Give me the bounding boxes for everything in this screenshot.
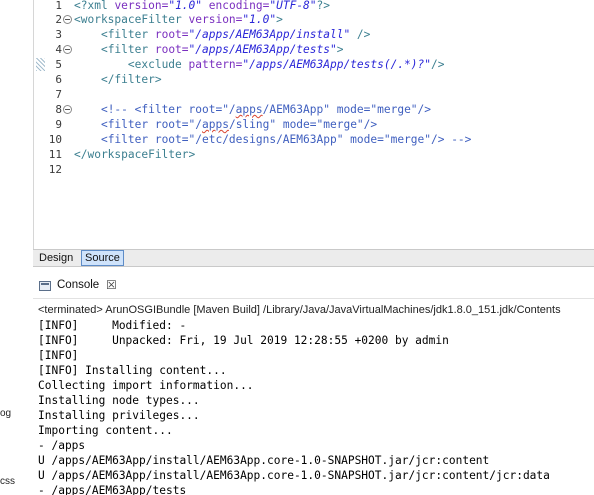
fold-toggle-icon[interactable]	[63, 105, 72, 114]
left-panel-fragment: og	[0, 408, 12, 419]
left-panel-fragment: css	[0, 476, 15, 487]
console-line: U /apps/AEM63App/install/AEM63App.core-1…	[38, 469, 550, 482]
line-number: 12	[48, 163, 62, 176]
console-status-line: <terminated> ArunOSGIBundle [Maven Build…	[38, 304, 561, 316]
line-number-gutter: 1 2 3 4 5 6 7 8 9 10 11 12	[34, 0, 74, 249]
console-line: Installing node types...	[38, 394, 200, 407]
line-number: 8	[55, 103, 62, 116]
console-view-header: Console ☒	[33, 277, 594, 297]
line-number: 4	[55, 43, 62, 56]
console-title[interactable]: Console	[57, 279, 99, 291]
code-area[interactable]: <?xml version="1.0" encoding="UTF-8"?> <…	[74, 0, 594, 249]
line-number: 5	[55, 58, 62, 71]
line-number: 3	[55, 28, 62, 41]
line-number: 2	[55, 13, 62, 26]
line-number: 11	[48, 148, 62, 161]
code-line[interactable]: </workspaceFilter>	[74, 147, 594, 162]
code-line[interactable]: <filter root="/etc/designs/AEM63App" mod…	[74, 132, 594, 147]
console-line: Collecting import information...	[38, 379, 254, 392]
left-panel-strip: og css	[0, 0, 33, 495]
console-line: Installing privileges...	[38, 409, 200, 422]
console-output[interactable]: <terminated> ArunOSGIBundle [Maven Build…	[33, 299, 594, 495]
console-line: [INFO] Modified: -	[38, 319, 187, 332]
console-line: [INFO] Installing content...	[38, 364, 227, 377]
console-line: [INFO]	[38, 349, 79, 362]
line-number: 10	[48, 133, 62, 146]
xml-editor[interactable]: 1 2 3 4 5 6 7 8 9 10 11 12 <?xml version…	[33, 0, 594, 249]
console-line: [INFO] Unpacked: Fri, 19 Jul 2019 12:28:…	[38, 334, 449, 347]
console-icon	[39, 281, 51, 291]
code-line[interactable]: <workspaceFilter version="1.0">	[74, 12, 594, 27]
console-line: - /apps/AEM63App/tests	[38, 484, 187, 495]
code-line[interactable]: <filter root="/apps/AEM63App/tests">	[74, 42, 594, 57]
console-line: Importing content...	[38, 424, 173, 437]
console-line: U /apps/AEM63App/install/AEM63App.core-1…	[38, 454, 490, 467]
code-line[interactable]: </filter>	[74, 72, 594, 87]
code-line[interactable]: <exclude pattern="/apps/AEM63App/tests(/…	[74, 57, 594, 72]
line-number: 6	[55, 73, 62, 86]
close-icon[interactable]: ☒	[106, 278, 117, 292]
fold-toggle-icon[interactable]	[63, 45, 72, 54]
editor-tab-bar: Design Source	[33, 249, 594, 267]
fold-toggle-icon[interactable]	[63, 15, 72, 24]
tab-design[interactable]: Design	[36, 250, 76, 266]
code-line[interactable]: <filter root="/apps/AEM63App/install" />	[74, 27, 594, 42]
code-line[interactable]: <!-- <filter root="/apps/AEM63App" mode=…	[74, 102, 594, 117]
code-line[interactable]: <filter root="/apps/sling" mode="merge"/…	[74, 117, 594, 132]
line-number: 9	[55, 118, 62, 131]
console-line: - /apps	[38, 439, 86, 452]
line-number: 7	[55, 88, 62, 101]
tab-source[interactable]: Source	[81, 250, 124, 266]
